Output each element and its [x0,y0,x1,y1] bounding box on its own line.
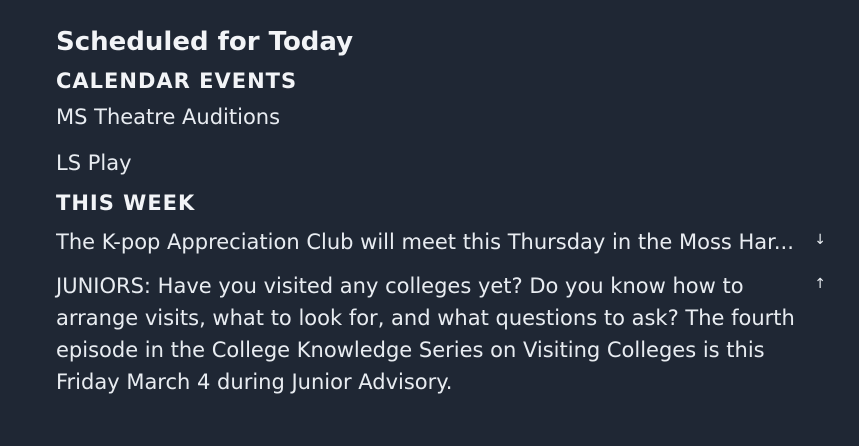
collapse-toggle-button[interactable]: ↑ [814,270,826,298]
announcement-text: The K-pop Appreciation Club will meet th… [56,230,794,254]
calendar-events-heading: CALENDAR EVENTS [56,69,298,93]
calendar-event: LS Play [56,151,132,175]
page-title: Scheduled for Today [56,27,354,57]
announcement-item: JUNIORS: Have you visited any colleges y… [56,270,836,398]
arrow-down-icon: ↓ [814,232,826,248]
announcement-item: The K-pop Appreciation Club will meet th… [56,226,836,258]
this-week-heading: THIS WEEK [56,191,196,215]
announcement-text: JUNIORS: Have you visited any colleges y… [56,274,795,394]
calendar-event: MS Theatre Auditions [56,105,281,129]
expand-toggle-button[interactable]: ↓ [814,226,826,254]
arrow-up-icon: ↑ [814,276,826,292]
scheduled-panel: Scheduled for Today CALENDAR EVENTS MS T… [56,26,836,398]
